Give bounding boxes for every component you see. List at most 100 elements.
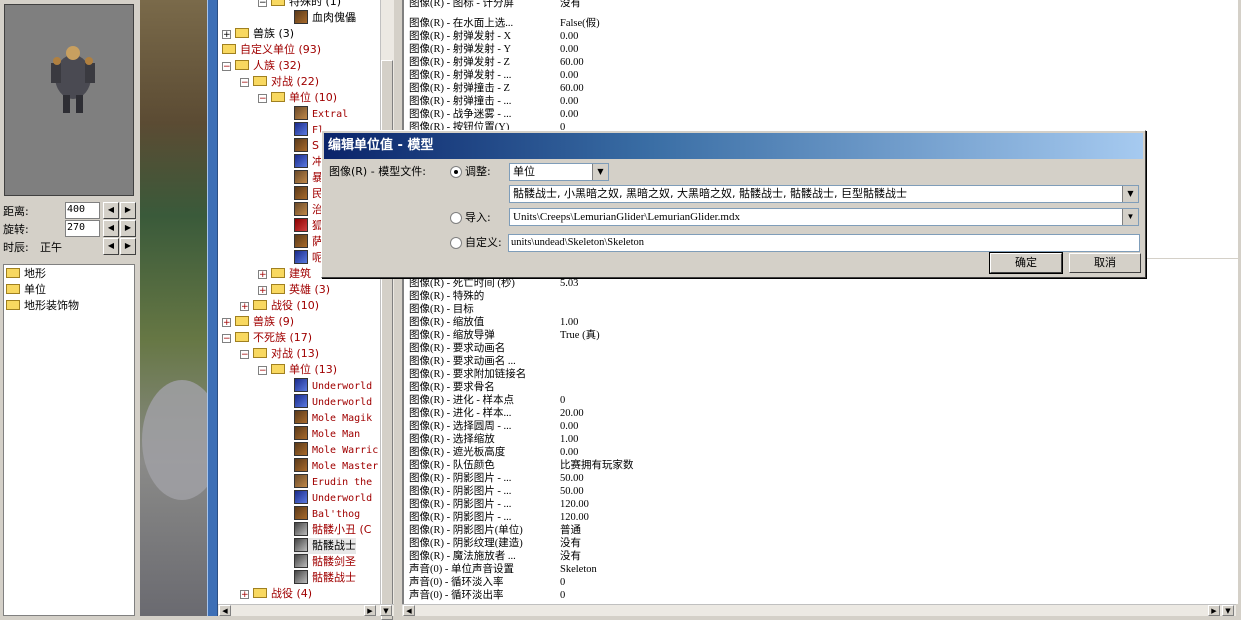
tree-node-undead-melee[interactable]: − 对战 (13) [240, 346, 319, 362]
list-item-units[interactable]: 单位 [6, 282, 46, 298]
tree-unit-item[interactable]: Mole Magik [294, 410, 372, 426]
folder-open-icon [271, 0, 285, 6]
collapse-icon[interactable]: − [222, 334, 231, 344]
tree-node-human-units[interactable]: − 单位 (10) [258, 90, 337, 106]
ok-button[interactable]: 确定 [990, 253, 1062, 273]
unit-icon [294, 554, 308, 568]
property-name: 图像(R) - 要求动画名 [409, 343, 506, 354]
tree-node-custom-units[interactable]: 自定义单位 (93) [222, 42, 321, 58]
rotation-input[interactable]: 270 [65, 220, 100, 237]
tree-unit-item[interactable]: Mole Man [294, 426, 360, 442]
preset-unit-model-select[interactable]: 骷髅战士, 小黑暗之奴, 黑暗之奴, 大黑暗之奴, 骷髅战士, 骷髅战士, 巨型… [509, 185, 1139, 203]
tree-node-human-melee[interactable]: − 对战 (22) [240, 74, 319, 90]
scroll-down-icon[interactable]: ▼ [1222, 605, 1234, 616]
scroll-right-icon[interactable]: ▶ [1208, 605, 1220, 616]
dropdown-arrow-icon[interactable]: ▼ [592, 164, 608, 180]
property-value: 60.00 [560, 57, 584, 68]
tree-unit-item[interactable]: Extral [294, 106, 348, 122]
property-horizontal-scrollbar[interactable]: ◀ ▶ ▼ [402, 604, 1236, 616]
tree-unit-item-selected[interactable]: 骷髅战士 [294, 538, 356, 554]
folder-open-icon [235, 332, 249, 342]
tree-unit-item[interactable]: Underworld [294, 394, 372, 410]
list-item-doodads[interactable]: 地形装饰物 [6, 298, 79, 314]
property-name: 图像(R) - 在水面上选... [409, 18, 514, 29]
unit-model-preview[interactable] [4, 4, 134, 196]
scroll-right-icon[interactable]: ▶ [364, 605, 376, 616]
scroll-left-icon[interactable]: ◀ [219, 605, 231, 616]
tree-unit-item[interactable]: 骷髅剑圣 [294, 554, 356, 570]
property-value: 普通 [560, 525, 581, 536]
decrease-distance-icon[interactable]: ◀ [103, 202, 119, 219]
tree-node-flesh-golem[interactable]: 血肉傀儡 [294, 10, 356, 26]
dialog-title[interactable]: 编辑单位值 - 模型 [324, 133, 1143, 159]
adjust-category-select[interactable]: 单位 ▼ [509, 163, 609, 181]
collapse-icon[interactable]: − [240, 78, 249, 88]
later-time-icon[interactable]: ▶ [120, 238, 136, 255]
tree-unit-item[interactable]: 治 [294, 202, 323, 218]
expand-icon[interactable]: + [222, 30, 231, 40]
tree-unit-item[interactable]: Underworld [294, 490, 372, 506]
tree-unit-item[interactable]: 冲 [294, 154, 323, 170]
collapse-icon[interactable]: − [240, 350, 249, 360]
collapse-icon[interactable]: − [258, 0, 267, 8]
expand-icon[interactable]: + [258, 286, 267, 296]
tree-node-undead-units[interactable]: − 单位 (13) [258, 362, 337, 378]
custom-radio[interactable] [450, 237, 462, 249]
expand-icon[interactable]: + [240, 590, 249, 600]
cancel-button[interactable]: 取消 [1069, 253, 1141, 273]
list-item-terrain[interactable]: 地形 [6, 266, 46, 282]
tree-unit-item[interactable]: Fl [294, 122, 324, 138]
custom-model-path-input[interactable]: units\undead\Skeleton\Skeleton [508, 234, 1140, 252]
unit-icon [294, 378, 308, 392]
collapse-icon[interactable]: − [258, 366, 267, 376]
folder-icon [253, 300, 267, 310]
scroll-down-icon[interactable]: ▼ [380, 605, 392, 616]
list-item-label: 单位 [24, 283, 46, 296]
tree-node-orc-custom[interactable]: + 兽族 (9) [222, 314, 294, 330]
decrease-rotation-icon[interactable]: ◀ [103, 220, 119, 237]
map-viewport[interactable] [140, 0, 207, 616]
panel-splitter[interactable] [207, 0, 218, 616]
tree-unit-item[interactable]: 暴 [294, 170, 323, 186]
tree-node-human[interactable]: − 人族 (32) [222, 58, 301, 74]
tree-unit-item[interactable]: 狐 [294, 218, 323, 234]
expand-icon[interactable]: + [258, 270, 267, 280]
tree-node-undead-campaign[interactable]: + 战役 (4) [240, 586, 312, 602]
tree-unit-item[interactable]: 骷髅战士 [294, 570, 356, 586]
import-radio[interactable] [450, 212, 462, 224]
dropdown-arrow-icon[interactable]: ▼ [1122, 186, 1138, 202]
adjust-radio[interactable] [450, 166, 462, 178]
collapse-icon[interactable]: − [222, 62, 231, 72]
tree-node-buildings[interactable]: + 建筑 [258, 266, 311, 282]
distance-input[interactable]: 400 [65, 202, 100, 219]
unit-icon [294, 490, 308, 504]
earlier-time-icon[interactable]: ◀ [103, 238, 119, 255]
scroll-left-icon[interactable]: ◀ [403, 605, 415, 616]
expand-icon[interactable]: + [222, 318, 231, 328]
tree-unit-item[interactable]: Mole Warric [294, 442, 378, 458]
tree-unit-item[interactable]: S [294, 138, 319, 154]
tree-unit-item[interactable]: Bal'thog [294, 506, 360, 522]
tree-node-orc-standard[interactable]: + 兽族 (3) [222, 26, 294, 42]
expand-icon[interactable]: + [240, 302, 249, 312]
tree-unit-item[interactable]: 骷髅小丑 (C [294, 522, 371, 538]
tree-node-special[interactable]: − 特殊的 (1) [258, 0, 341, 10]
tree-unit-item[interactable]: 民 [294, 186, 323, 202]
property-value: Skeleton [560, 564, 597, 575]
tree-node-undead[interactable]: − 不死族 (17) [222, 330, 312, 346]
tree-unit-item[interactable]: 呢 [294, 250, 323, 266]
collapse-icon[interactable]: − [258, 94, 267, 104]
tree-unit-item[interactable]: Erudin the [294, 474, 372, 490]
dropdown-arrow-icon[interactable]: ▼ [1122, 209, 1138, 225]
tree-unit-item[interactable]: Mole Master [294, 458, 378, 474]
tree-unit-item[interactable]: Underworld [294, 378, 372, 394]
tree-unit-item[interactable]: 萨 [294, 234, 323, 250]
increase-distance-icon[interactable]: ▶ [120, 202, 136, 219]
tree-node-heroes[interactable]: + 英雄 (3) [258, 282, 330, 298]
import-path-select[interactable]: Units\Creeps\LemurianGlider\LemurianGlid… [509, 208, 1139, 226]
tree-node-human-campaign[interactable]: + 战役 (10) [240, 298, 319, 314]
increase-rotation-icon[interactable]: ▶ [120, 220, 136, 237]
tree-node-label: 骷髅战士 [312, 571, 356, 584]
adjust-category-value: 单位 [513, 165, 535, 178]
tree-horizontal-scrollbar[interactable]: ◀ ▶ ▼ [218, 604, 394, 616]
